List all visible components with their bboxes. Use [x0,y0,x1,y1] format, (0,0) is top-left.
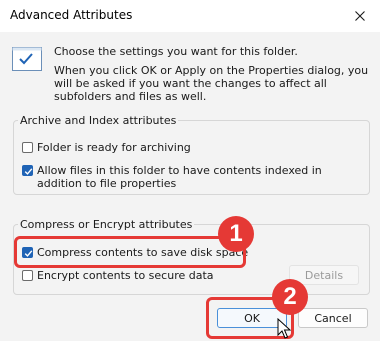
step-badge-2: 2 [272,279,308,315]
folder-ready-row[interactable]: Folder is ready for archiving [22,141,191,154]
close-icon [355,11,365,21]
cancel-button[interactable]: Cancel [298,308,368,328]
folder-ready-label: Folder is ready for archiving [37,141,191,154]
step-badge-1: 1 [218,216,254,252]
intro-line-2: When you click OK or Apply on the Proper… [54,64,369,103]
title-bar: Advanced Attributes [0,0,380,32]
encrypt-row[interactable]: Encrypt contents to secure data [22,269,214,282]
folder-ready-checkbox[interactable] [22,142,33,153]
compress-highlight [14,236,246,268]
folder-settings-icon [12,47,42,71]
advanced-attributes-dialog: Advanced Attributes Choose the settings … [0,0,380,341]
intro-line-1: Choose the settings you want for this fo… [54,45,298,58]
allow-index-row[interactable]: Allow files in this folder to have conte… [22,164,362,190]
allow-index-checkbox[interactable] [22,165,33,176]
dialog-title: Advanced Attributes [10,8,133,22]
intro-text: Choose the settings you want for this fo… [54,45,370,103]
close-button[interactable] [340,0,380,32]
dialog-content: Choose the settings you want for this fo… [0,32,380,341]
allow-index-label: Allow files in this folder to have conte… [37,164,322,190]
checkmark-icon [24,168,33,175]
mouse-cursor-icon [277,317,292,340]
encrypt-checkbox[interactable] [22,270,33,281]
archive-index-legend: Archive and Index attributes [20,114,177,127]
encrypt-label: Encrypt contents to secure data [37,269,214,282]
compress-encrypt-legend: Compress or Encrypt attributes [20,218,193,231]
